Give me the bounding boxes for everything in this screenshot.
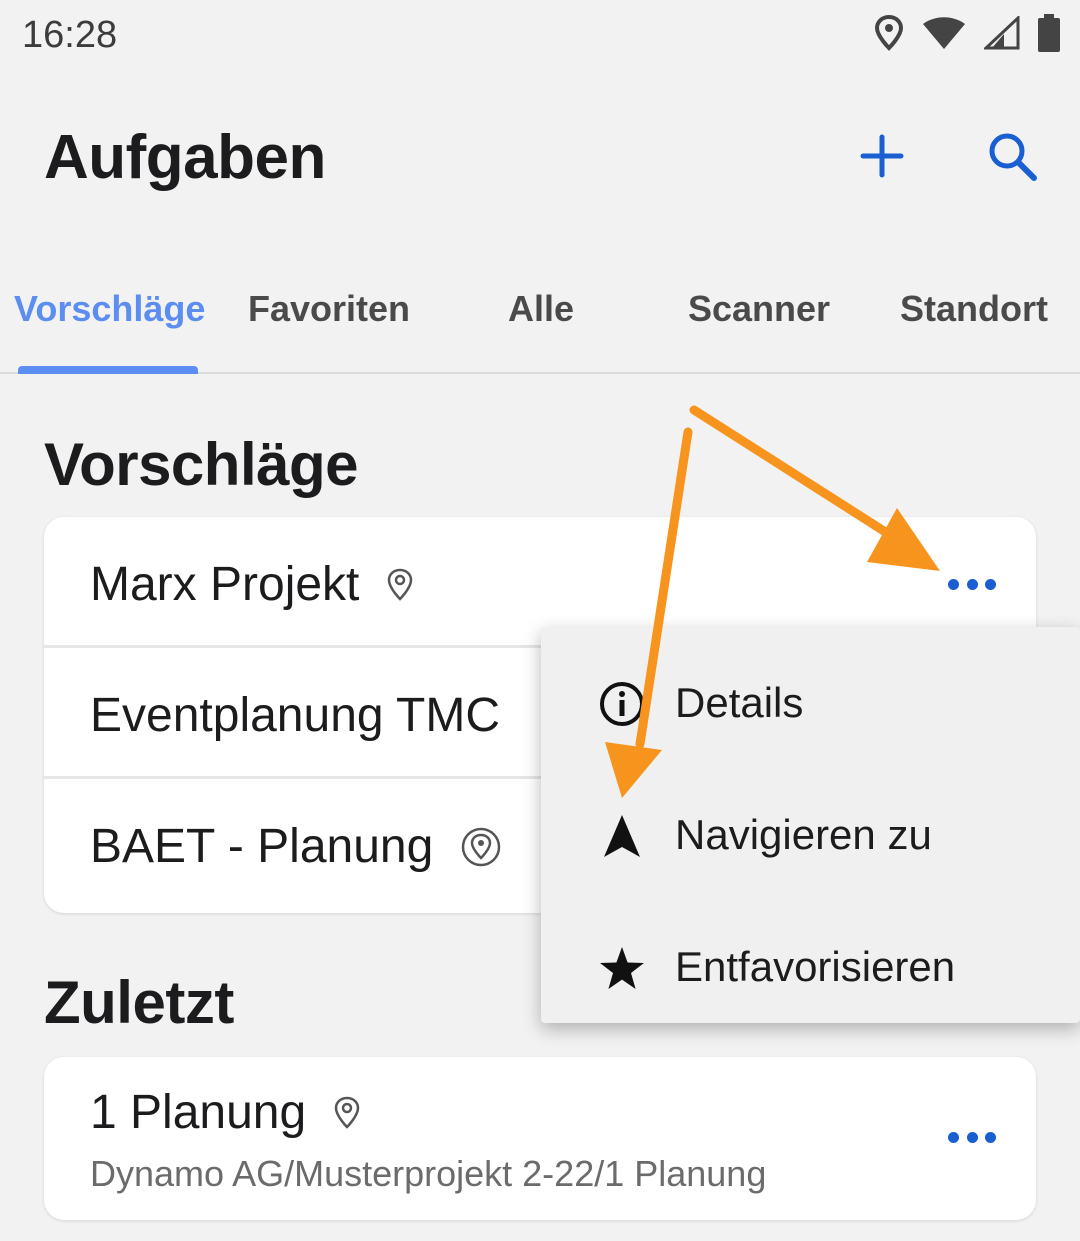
add-button[interactable]: [850, 124, 914, 188]
status-time: 16:28: [22, 14, 118, 56]
location-pin-icon: [388, 568, 413, 601]
list-item-label: Eventplanung TMC: [90, 689, 501, 742]
tab-vorschlaege[interactable]: Vorschläge: [14, 288, 205, 330]
tab-standort[interactable]: Standort: [900, 288, 1048, 330]
search-icon: [989, 133, 1037, 181]
plus-icon: [860, 134, 904, 178]
location-icon: [874, 14, 904, 56]
info-icon: [600, 682, 644, 726]
menu-item-label: Navigieren zu: [675, 811, 932, 858]
list-item-label: Marx Projekt: [90, 558, 360, 611]
list-item-label: BAET - Planung: [90, 820, 434, 873]
menu-item-unfavorite[interactable]: Entfavorisieren: [541, 897, 1080, 1029]
more-icon: [948, 578, 959, 590]
location-pin-icon: [334, 1096, 360, 1129]
search-button[interactable]: [980, 124, 1044, 188]
recent-card: 1 Planung Dynamo AG/Musterprojekt 2-22/1…: [44, 1057, 1036, 1220]
page-title: Aufgaben: [44, 123, 326, 192]
menu-item-navigate[interactable]: Navigieren zu: [541, 765, 1080, 897]
context-menu: Details Navigieren zu Entfavorisieren: [541, 627, 1080, 1023]
tab-favoriten[interactable]: Favoriten: [248, 288, 410, 330]
section-title-recent: Zuletzt: [44, 969, 234, 1036]
active-tab-indicator: [18, 366, 198, 374]
location-target-icon: [462, 827, 501, 866]
status-bar: 16:28: [0, 0, 1080, 70]
more-options-button[interactable]: [948, 574, 996, 594]
tab-bar: Vorschläge Favoriten Alle Scanner Stando…: [0, 270, 1080, 374]
wifi-icon: [922, 16, 966, 55]
navigation-arrow-icon: [604, 815, 640, 857]
star-icon: [600, 947, 644, 989]
battery-icon: [1038, 14, 1060, 57]
tab-alle[interactable]: Alle: [508, 288, 574, 330]
list-item[interactable]: 1 Planung Dynamo AG/Musterprojekt 2-22/1…: [44, 1057, 1036, 1220]
status-icons: [874, 14, 1060, 57]
menu-item-label: Entfavorisieren: [675, 943, 956, 990]
menu-item-details[interactable]: Details: [541, 633, 1080, 765]
tab-scanner[interactable]: Scanner: [688, 288, 830, 330]
more-icon: [948, 1131, 959, 1143]
list-item-label: 1 Planung: [90, 1086, 307, 1139]
screen: 16:28 Aufgaben Vorschläge Favoriten Alle…: [0, 0, 1080, 1241]
list-item-path: Dynamo AG/Musterprojekt 2-22/1 Planung: [90, 1153, 767, 1194]
signal-icon: [982, 14, 1020, 55]
section-title-suggestions: Vorschläge: [44, 431, 359, 498]
menu-item-label: Details: [675, 679, 804, 726]
more-options-button[interactable]: [948, 1127, 996, 1147]
